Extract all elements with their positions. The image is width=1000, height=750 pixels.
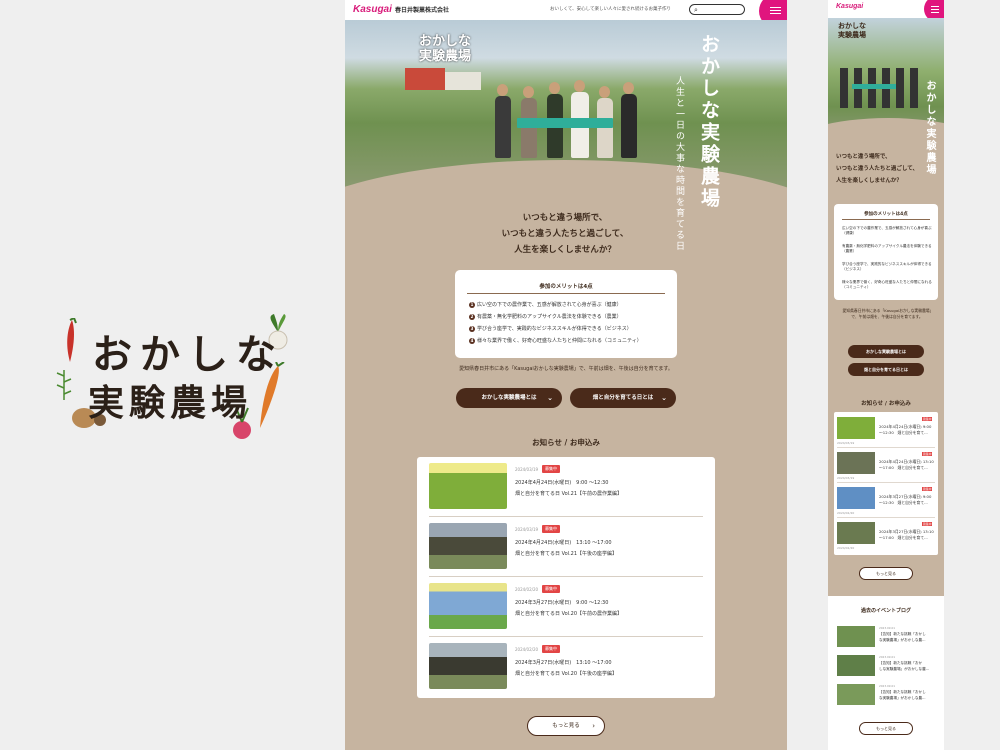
logo-line1: おかしな xyxy=(92,332,284,378)
merit-box: 参加のメリットは4点 1 広い空の下での農作業で、五感が解放されて心身が喜ぶ（健康… xyxy=(455,270,677,358)
news-thumbnail xyxy=(429,583,507,629)
status-badge: 募集中 xyxy=(922,487,933,491)
past-blog-heading: 過去のイベントブログ xyxy=(860,608,911,614)
merit-item: 1 広い空の下での農作業で、五感が解放されて心身が喜ぶ（健康） xyxy=(469,302,622,308)
address-text: 愛知県春日井市にある「Kasugaiおかしな実験農場」で、午前は畑を、午後は自分… xyxy=(459,366,673,372)
blog-item[interactable]: 2023.09.01 【告知】新たな挑戦「おかし な実験農場」がおかしな農... xyxy=(837,626,937,652)
search-input[interactable]: ⌕ xyxy=(689,4,745,15)
mobile-intro-text: いつもと違う場所で、 いつもと違う人たちと過ごして、 人生を楽しくしませんか？ xyxy=(836,154,918,184)
about-grow-day-button[interactable]: 畑と自分を育てる日とは xyxy=(848,363,924,376)
farm-logo: おかしな 実験農場 xyxy=(52,312,292,442)
more-button[interactable]: もっと見る xyxy=(859,567,913,580)
mobile-news-list: 2024/03/19 募集中 2024年4月24日(水曜日) 9:00 〜12:… xyxy=(834,412,938,555)
merit-item: 3 学び合う座学で、実践的なビジネススキルが体得できる（ビジネス） xyxy=(469,326,632,332)
mobile-header: Kasugai xyxy=(828,0,944,22)
about-farm-button[interactable]: おかしな実験農場とは ⌄ xyxy=(456,388,562,408)
status-badge: 募集中 xyxy=(922,417,933,421)
vegetable-crates xyxy=(517,118,613,128)
news-heading: お知らせ / お申込み xyxy=(532,438,600,447)
blog-item[interactable]: 2023.09.01 【告知】新たな挑戦「おかし な実験農場」がおかしな農... xyxy=(837,684,937,710)
mobile-hero-logo: おかしな 実験農場 xyxy=(838,22,866,39)
news-thumbnail xyxy=(429,523,507,569)
about-grow-day-button[interactable]: 畑と自分を育てる日とは ⌄ xyxy=(570,388,676,408)
mobile-news-heading: お知らせ / お申込み xyxy=(861,401,911,407)
hero-logo: おかしな 実験農場 xyxy=(419,34,472,64)
mobile-merit-box: 参加のメリットは4点 広い空の下での農作業で、五感が解放されて心身が喜ぶ（健康）… xyxy=(834,204,938,300)
merit-title: 参加のメリットは4点 xyxy=(539,284,593,290)
hamburger-icon xyxy=(931,6,939,7)
logo-line2: 実験農場 xyxy=(88,383,253,424)
news-item[interactable]: 2024/03/19 募集中 2024年4月24日(水曜日) 9:00 〜12:… xyxy=(429,457,703,517)
presentation-canvas: おかしな 実験農場 Kasugai 春日井製菓株式会社 おいしくて、安心して楽し… xyxy=(0,0,1000,750)
brand-logo[interactable]: Kasugai xyxy=(836,3,863,10)
chevron-down-icon: ⌄ xyxy=(661,394,667,402)
chevron-right-icon: › xyxy=(592,722,595,730)
status-badge: 募集中 xyxy=(542,645,560,653)
hamburger-icon xyxy=(770,7,781,8)
news-item[interactable]: 2024/02/20 募集中 2024年3月27日(水曜日) 13:10 〜17… xyxy=(429,637,703,697)
news-item[interactable]: 2024/02/20 募集中 2024年3月27日(水曜日) 9:00 〜12:… xyxy=(837,484,935,518)
hero-subtitle: 人生と一日の大事な時間を育てる日 xyxy=(674,76,684,252)
news-thumbnail xyxy=(429,463,507,509)
news-item[interactable]: 2024/02/20 募集中 2024年3月27日(水曜日) 9:00 〜12:… xyxy=(429,577,703,637)
news-item[interactable]: 2024/02/20 募集中 2024年3月27日(水曜日) 13:10 〜17… xyxy=(837,519,935,553)
intro-text: いつもと違う場所で、 いつもと違う人たちと過ごして、 人生を楽しくしませんか？ xyxy=(501,213,629,255)
chili-icon xyxy=(67,318,77,362)
mobile-address-text: 愛知県春日井市にある「Kasugaiおかしな実験農場」で、午前は畑を、午後は自分… xyxy=(842,308,932,319)
status-badge: 募集中 xyxy=(922,452,933,456)
company-name: 春日井製菓株式会社 xyxy=(395,7,450,14)
brand-logo[interactable]: Kasugai xyxy=(353,4,392,15)
header-tagline: おいしくて、安心して楽しい人々に愛され続けるお菓子作り xyxy=(550,7,672,12)
mobile-hero-title: おかしな実験農場 xyxy=(924,80,935,176)
news-item[interactable]: 2024/03/19 募集中 2024年4月24日(水曜日) 13:10 〜17… xyxy=(429,517,703,577)
about-farm-button[interactable]: おかしな実験農場とは xyxy=(848,345,924,358)
past-blog-more-button[interactable]: もっと見る xyxy=(859,722,913,735)
mobile-page-mockup: Kasugai おかしな 実験農場 おかしな実験農場 いつもと違う場所で、 いつ… xyxy=(828,0,944,750)
hero-title: おかしな実験農場 xyxy=(698,34,720,210)
blog-item[interactable]: 2023.09.01 【告知】新たな挑戦「おか しな実験農場」がおかしな農... xyxy=(837,655,937,681)
site-header: Kasugai 春日井製菓株式会社 おいしくて、安心して楽しい人々に愛され続ける… xyxy=(345,0,787,28)
merit-item: 2 有農薬・無化学肥料のアップサイクル農法を体験できる（農業） xyxy=(469,314,622,320)
status-badge: 募集中 xyxy=(922,522,933,526)
herb-icon xyxy=(56,370,72,400)
status-badge: 募集中 xyxy=(542,585,560,593)
merit-item: 4 様々な業界で働く、好奇心旺盛な人たちと仲間になれる（コミュニティ） xyxy=(469,338,642,344)
search-icon: ⌕ xyxy=(694,6,698,14)
status-badge: 募集中 xyxy=(542,465,560,473)
more-button[interactable]: もっと見る › xyxy=(527,716,605,736)
news-item[interactable]: 2024/03/19 募集中 2024年4月24日(水曜日) 9:00 〜12:… xyxy=(837,414,935,448)
news-list: 2024/03/19 募集中 2024年4月24日(水曜日) 9:00 〜12:… xyxy=(417,457,715,698)
news-item[interactable]: 2024/03/19 募集中 2024年4月24日(水曜日) 13:10 〜17… xyxy=(837,449,935,483)
news-thumbnail xyxy=(429,643,507,689)
chevron-down-icon: ⌄ xyxy=(547,394,553,402)
desktop-page-mockup: Kasugai 春日井製菓株式会社 おいしくて、安心して楽しい人々に愛され続ける… xyxy=(345,0,787,750)
status-badge: 募集中 xyxy=(542,525,560,533)
